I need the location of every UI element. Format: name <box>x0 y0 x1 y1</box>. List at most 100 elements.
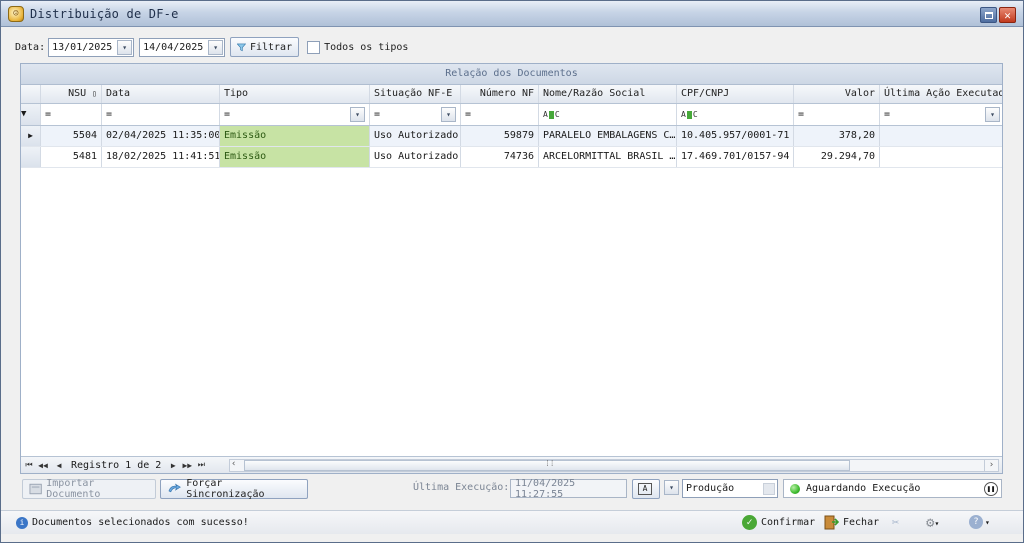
table-row[interactable]: ▶ 5504 02/04/2025 11:35:00 Emissão Uso A… <box>21 126 1002 147</box>
row-indicator[interactable] <box>21 147 41 167</box>
environment-dropdown-button[interactable]: ▾ <box>664 480 679 495</box>
chevron-down-icon: ▾ <box>122 42 128 52</box>
filter-operator: = <box>884 109 891 120</box>
filter-button[interactable]: Filtrar <box>230 37 300 57</box>
cell-cpf[interactable]: 10.405.957/0001-71 <box>677 126 794 146</box>
next-page-icon[interactable]: ▶▶ <box>181 459 193 471</box>
play-icon: ▶ <box>28 131 33 140</box>
filter-tipo[interactable]: = ▾ <box>220 104 370 125</box>
confirm-button[interactable]: ✓ Confirmar <box>742 515 815 530</box>
pause-icon[interactable]: ❚❚ <box>984 481 998 496</box>
import-icon <box>29 483 42 495</box>
cell-nome[interactable]: ARCELORMITTAL BRASIL … <box>539 147 677 167</box>
column-header-nsu[interactable]: NSU ▯ <box>41 85 102 103</box>
chevron-down-icon: ▾ <box>446 110 451 119</box>
filter-row-indicator[interactable]: ▼ <box>21 104 41 125</box>
column-header-cpf[interactable]: CPF/CNPJ <box>677 85 794 103</box>
filter-situacao[interactable]: = ▾ <box>370 104 461 125</box>
column-header-numero[interactable]: Número NF <box>461 85 539 103</box>
last-page-icon[interactable]: ⏭ <box>195 459 207 471</box>
environment-select[interactable]: Produção <box>682 479 778 498</box>
filter-situacao-dropdown[interactable]: ▾ <box>441 107 456 122</box>
cell-acao[interactable] <box>880 126 1002 146</box>
chevron-down-icon: ▾ <box>213 42 219 52</box>
column-header-acao[interactable]: Última Ação Executada <box>880 85 1002 103</box>
close-window-button[interactable]: ✕ <box>999 7 1016 23</box>
cell-numero[interactable]: 59879 <box>461 126 539 146</box>
chevron-down-icon: ▾ <box>990 110 995 119</box>
date-from-field[interactable]: 13/01/2025 ▾ <box>48 37 135 57</box>
next-record-icon[interactable]: ▶ <box>167 459 179 471</box>
cell-nome[interactable]: PARALELO EMBALAGENS C… <box>539 126 677 146</box>
cell-situacao[interactable]: Uso Autorizado <box>370 126 461 146</box>
filter-operator: = <box>798 109 805 120</box>
date-to-field[interactable]: 14/04/2025 ▾ <box>139 37 226 57</box>
column-header-tipo[interactable]: Tipo <box>220 85 370 103</box>
status-message: Documentos selecionados com sucesso! <box>32 517 249 528</box>
help-button[interactable]: ? ▾ <box>969 515 990 529</box>
filter-valor[interactable]: = <box>794 104 880 125</box>
scrollbar-thumb[interactable]: ⁞⁞ <box>244 459 850 471</box>
sync-icon <box>168 483 181 492</box>
column-header-situacao[interactable]: Situação NF-E <box>370 85 461 103</box>
chevron-down-icon: ▾ <box>934 518 940 528</box>
grid-group-title: Relação dos Documentos <box>21 64 1002 85</box>
close-label: Fechar <box>843 517 880 528</box>
help-icon: ? <box>969 515 983 529</box>
prev-page-icon[interactable]: ◀◀ <box>37 459 49 471</box>
filter-operator: = <box>374 109 381 120</box>
filter-operator: = <box>45 109 52 120</box>
maximize-icon <box>984 11 993 19</box>
filter-acao-dropdown[interactable]: ▾ <box>985 107 1000 122</box>
cell-numero[interactable]: 74736 <box>461 147 539 167</box>
date-to-dropdown[interactable]: ▾ <box>208 39 224 55</box>
horizontal-scrollbar[interactable]: ‹ ⁞⁞ › <box>229 459 999 472</box>
record-counter: Registro 1 de 2 <box>71 459 162 471</box>
scroll-right-icon[interactable]: › <box>984 460 998 471</box>
maximize-button[interactable] <box>980 7 997 23</box>
cell-data[interactable]: 02/04/2025 11:35:00 <box>102 126 220 146</box>
dfe-window: ☺ Distribuição de DF-e ✕ Data: 13/01/202… <box>0 0 1024 543</box>
cell-situacao[interactable]: Uso Autorizado <box>370 147 461 167</box>
row-indicator-current[interactable]: ▶ <box>21 126 41 146</box>
cell-cpf[interactable]: 17.469.701/0157-94 <box>677 147 794 167</box>
filter-cpf[interactable]: AC <box>677 104 794 125</box>
column-header-valor[interactable]: Valor <box>794 85 880 103</box>
info-icon: i <box>16 516 28 529</box>
first-page-icon[interactable]: ⏮ <box>23 459 35 471</box>
font-style-button[interactable]: A <box>632 479 660 499</box>
date-from-dropdown[interactable]: ▾ <box>117 39 133 55</box>
import-document-button[interactable]: Importar Documento <box>22 478 156 500</box>
tools-button[interactable]: ✂ <box>892 515 912 531</box>
cell-valor[interactable]: 378,20 <box>794 126 880 146</box>
force-sync-button[interactable]: Forçar Sincronização <box>160 478 308 500</box>
grid-header-row: NSU ▯ Data Tipo Situação NF-E Número NF … <box>21 85 1002 104</box>
close-icon: ✕ <box>1004 8 1011 22</box>
filter-nsu[interactable]: = <box>41 104 102 125</box>
chevron-down-icon: ▾ <box>985 517 990 527</box>
filter-tipo-dropdown[interactable]: ▾ <box>350 107 365 122</box>
prev-record-icon[interactable]: ◀ <box>53 459 65 471</box>
filter-operator: = <box>106 109 113 120</box>
cell-acao[interactable] <box>880 147 1002 167</box>
table-row[interactable]: 5481 18/02/2025 11:41:51 Emissão Uso Aut… <box>21 147 1002 168</box>
cell-data[interactable]: 18/02/2025 11:41:51 <box>102 147 220 167</box>
filter-acao[interactable]: = ▾ <box>880 104 1002 125</box>
filter-numero[interactable]: = <box>461 104 539 125</box>
abc-filter-icon: AC <box>681 110 698 119</box>
scroll-left-icon[interactable]: ‹ <box>231 459 236 469</box>
all-types-checkbox[interactable] <box>307 40 321 54</box>
column-header-nome[interactable]: Nome/Razão Social <box>539 85 677 103</box>
cell-nsu[interactable]: 5481 <box>41 147 102 167</box>
settings-button[interactable]: ⚙ ▾ <box>926 515 939 531</box>
cell-tipo[interactable]: Emissão <box>220 126 370 146</box>
sort-icon: ▯ <box>92 89 97 98</box>
close-button[interactable]: Fechar <box>823 515 879 530</box>
cell-nsu[interactable]: 5504 <box>41 126 102 146</box>
cell-valor[interactable]: 29.294,70 <box>794 147 880 167</box>
column-header-data[interactable]: Data <box>102 85 220 103</box>
filter-nome[interactable]: AC <box>539 104 677 125</box>
cell-tipo[interactable]: Emissão <box>220 147 370 167</box>
filter-data[interactable]: = <box>102 104 220 125</box>
environment-value: Produção <box>686 483 735 494</box>
